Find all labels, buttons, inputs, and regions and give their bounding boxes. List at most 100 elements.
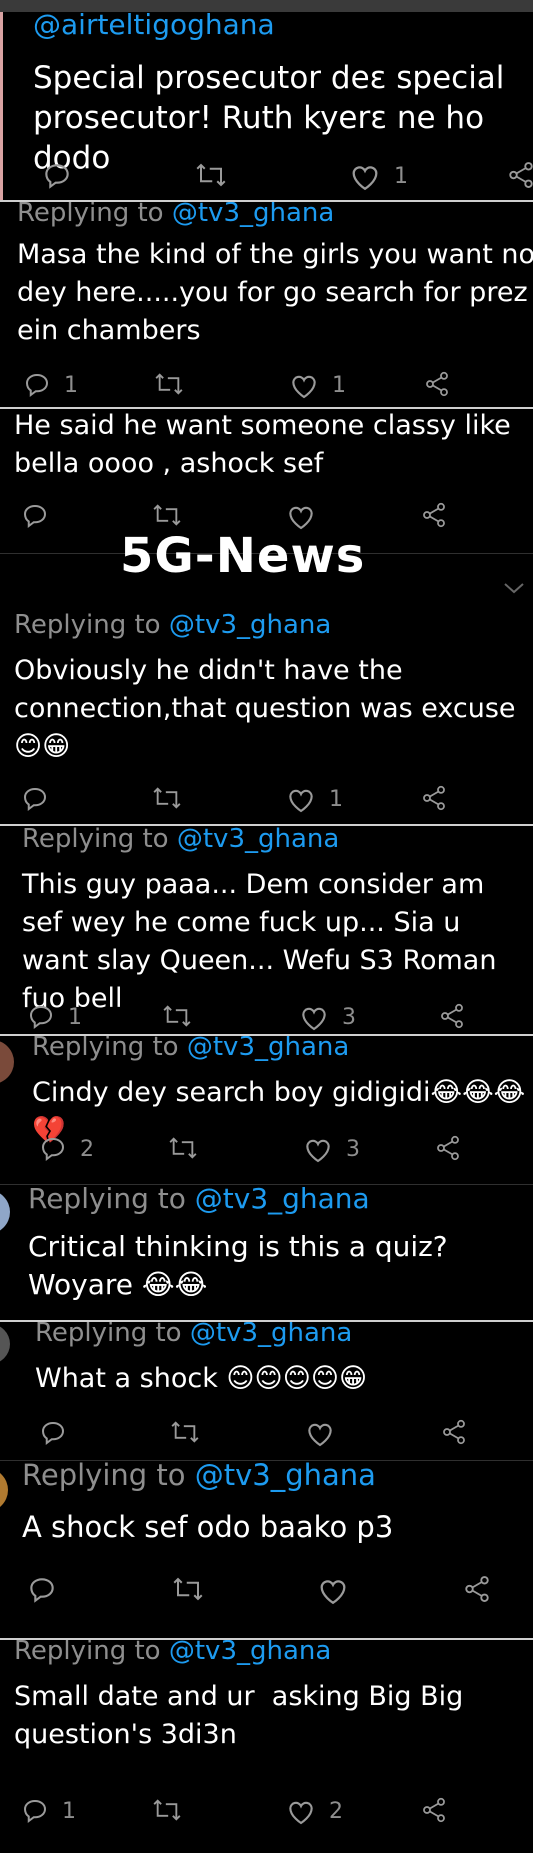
retweet-button[interactable] [193,160,229,190]
like-button[interactable] [316,1574,350,1606]
tweet-card[interactable]: Replying to @tv3_ghana Cindy dey search … [0,1036,533,1184]
replying-to: Replying to @tv3_ghana [22,1462,376,1492]
reply-button[interactable]: 2 [38,1134,94,1164]
replying-to-label: Replying to [22,1462,186,1492]
share-button[interactable] [434,1134,462,1162]
tweet-card[interactable]: Replying to @tv3_ghana Small date and ur… [0,1640,533,1853]
reply-button[interactable] [38,1418,68,1448]
retweet-button[interactable] [170,1574,206,1604]
share-icon [423,370,451,398]
share-icon [420,1796,448,1824]
reply-button[interactable]: 1 [26,1002,82,1032]
like-icon [302,1134,334,1164]
avatar[interactable] [0,1324,10,1364]
share-button[interactable] [423,370,451,398]
mention-link[interactable]: @tv3_ghana [169,1640,331,1666]
retweet-button[interactable] [152,370,186,398]
divider [0,1184,533,1185]
reply-button[interactable] [26,1574,58,1606]
like-button[interactable]: 2 [285,1796,343,1826]
like-icon [316,1574,350,1606]
retweet-icon [160,1002,194,1030]
tweet-text: Masa the kind of the girls you want no d… [17,239,533,346]
tweet-card[interactable]: @airteltigoghana Special prosecutor deɛ … [0,12,533,200]
replying-to: Replying to @tv3_ghana [14,610,331,640]
reply-button[interactable]: 1 [20,1796,76,1826]
share-button[interactable] [420,784,448,812]
share-icon [420,501,448,529]
retweet-icon [168,1418,202,1446]
avatar[interactable] [0,1468,8,1512]
replying-to: Replying to @tv3_ghana [14,1640,331,1666]
avatar[interactable] [0,1040,14,1084]
like-button[interactable] [285,501,317,531]
tweet-card[interactable]: Replying to @tv3_ghana What a shock 😊😊😊😊… [0,1322,533,1460]
replying-to-label: Replying to [32,1036,179,1062]
mention-link[interactable]: @tv3_ghana [195,1462,376,1492]
tweet-card[interactable]: Replying to @tv3_ghana Masa the kind of … [0,202,533,407]
like-button[interactable]: 3 [298,1002,356,1032]
replying-to: Replying to @tv3_ghana [28,1186,370,1215]
tweet-actions: 1 [0,784,533,818]
retweet-button[interactable] [150,1796,184,1824]
reply-icon [20,784,50,814]
reply-icon [38,1418,68,1448]
reply-count: 2 [80,1136,94,1162]
replying-to-label: Replying to [35,1322,182,1348]
like-button[interactable] [304,1418,336,1448]
reply-icon [26,1574,58,1606]
mention-link[interactable]: @tv3_ghana [169,610,331,640]
chevron-down-icon[interactable] [502,580,526,600]
reply-count: 1 [68,1004,82,1030]
like-icon [288,370,320,400]
tweet-card[interactable]: Replying to @tv3_ghana This guy paaa... … [0,826,533,1034]
avatar[interactable] [0,1190,10,1234]
share-button[interactable] [506,160,533,190]
like-button[interactable]: 1 [285,784,343,814]
share-icon [462,1574,492,1604]
reply-count: 1 [64,372,78,398]
tweet-card[interactable]: Replying to @tv3_ghana A shock sef odo b… [0,1462,533,1638]
reply-button[interactable]: 1 [22,370,78,400]
mention-link[interactable]: @tv3_ghana [172,202,334,228]
tweet-text: What a shock 😊😊😊😊😁 [35,1363,368,1394]
tweet-card[interactable]: Replying to @tv3_ghana Critical thinking… [0,1186,533,1320]
reply-button[interactable] [20,784,50,814]
mention-link[interactable]: @tv3_ghana [187,1036,349,1062]
retweet-icon [152,370,186,398]
replying-to-label: Replying to [17,202,164,228]
tweet-actions: 1 1 [0,370,533,404]
watermark-logo: 5G-News [120,528,366,584]
like-count: 1 [332,372,346,398]
like-button[interactable]: 1 [348,160,408,192]
share-button[interactable] [462,1574,492,1604]
share-button[interactable] [440,1418,468,1446]
replying-to: Replying to @tv3_ghana [35,1322,352,1348]
retweet-icon [193,160,229,190]
reply-button[interactable] [20,501,50,531]
share-button[interactable] [438,1002,466,1030]
mention-link[interactable]: @tv3_ghana [177,826,339,854]
like-button[interactable]: 3 [302,1134,360,1164]
tweet-card[interactable]: Replying to @tv3_ghana Obviously he didn… [0,608,533,824]
retweet-icon [150,1796,184,1824]
share-button[interactable] [420,1796,448,1824]
reply-count: 1 [62,1798,76,1824]
tweet-actions [0,1574,533,1608]
reply-icon [20,501,50,531]
reply-icon [38,1134,68,1164]
reply-button[interactable] [41,160,85,192]
like-button[interactable]: 1 [288,370,346,400]
replying-to-label: Replying to [14,1640,161,1666]
mention-link[interactable]: @tv3_ghana [190,1322,352,1348]
mention-link[interactable]: @tv3_ghana [195,1186,370,1215]
retweet-button[interactable] [168,1418,202,1446]
retweet-button[interactable] [150,501,184,529]
retweet-button[interactable] [160,1002,194,1030]
retweet-button[interactable] [150,784,184,812]
retweet-button[interactable] [166,1134,200,1162]
retweet-icon [170,1574,206,1604]
share-button[interactable] [420,501,448,529]
tweet-handle[interactable]: @airteltigoghana [33,12,275,41]
like-count: 3 [346,1136,360,1162]
